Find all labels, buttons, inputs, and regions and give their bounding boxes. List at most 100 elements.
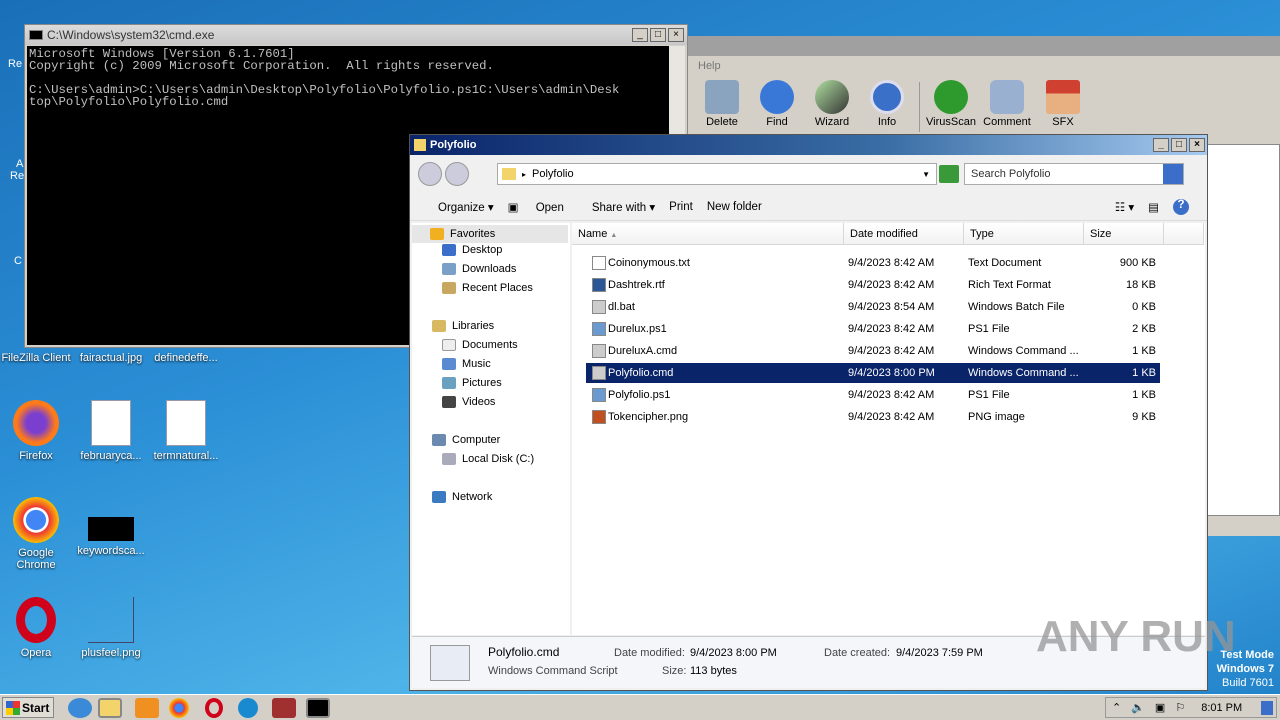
close-button[interactable]: × — [668, 28, 684, 42]
preview-pane-icon[interactable]: ▤ — [1148, 200, 1159, 214]
address-bar[interactable]: ▸ Polyfolio ▼ — [497, 163, 937, 185]
nav-libraries[interactable]: Libraries — [432, 320, 494, 332]
details-modified: 9/4/2023 8:00 PM — [690, 647, 777, 659]
file-row[interactable]: dl.bat 9/4/2023 8:54 AM Windows Batch Fi… — [586, 297, 1160, 317]
desktop-icon-firefox[interactable]: Firefox — [0, 400, 74, 462]
desktop-icon-keywordsca[interactable]: keywordsca... — [73, 497, 149, 557]
opera-taskbar-icon[interactable] — [205, 698, 223, 718]
watermark-line: Build 7601 — [1222, 677, 1274, 689]
folder-icon — [414, 139, 426, 151]
network-icon — [432, 491, 446, 503]
chrome-taskbar-icon[interactable] — [169, 698, 189, 718]
file-size: 900 KB — [1119, 257, 1156, 269]
toolbar-wizard[interactable]: Wizard — [804, 80, 860, 128]
refresh-icon[interactable] — [939, 165, 959, 183]
show-desktop-button[interactable] — [1261, 700, 1273, 715]
minimize-button[interactable]: _ — [632, 28, 648, 42]
system-tray: ⌃ 🔈 ▣ ⚐ 8:01 PM — [1105, 697, 1277, 718]
view-options-icon[interactable]: ☷ ▾ — [1115, 200, 1134, 214]
winrar-taskbar-icon[interactable] — [272, 698, 296, 718]
new-folder-button[interactable]: New folder — [707, 201, 762, 213]
search-icon[interactable] — [1163, 164, 1183, 184]
desktop-icon-definedeffe[interactable]: definedeffe... — [148, 352, 224, 364]
file-name: Dashtrek.rtf — [608, 279, 665, 291]
media-player-icon[interactable] — [135, 698, 159, 718]
file-row[interactable]: Polyfolio.cmd 9/4/2023 8:00 PM Windows C… — [586, 363, 1160, 383]
organize-button[interactable]: Organize ▾ — [424, 200, 494, 214]
nav-recent-places[interactable]: Recent Places — [442, 282, 533, 294]
show-hidden-icons[interactable]: ⌃ — [1112, 701, 1121, 714]
file-row[interactable]: DureluxA.cmd 9/4/2023 8:42 AM Windows Co… — [586, 341, 1160, 361]
file-date: 9/4/2023 8:54 AM — [848, 301, 935, 313]
toolbar-virusscan[interactable]: VirusScan — [923, 80, 979, 128]
nav-music[interactable]: Music — [442, 358, 491, 370]
cmd-titlebar[interactable]: C:\Windows\system32\cmd.exe _ □ × — [25, 25, 687, 45]
desktop-icon-plusfeel[interactable]: plusfeel.png — [73, 597, 149, 659]
desktop-icon-chrome[interactable]: Google Chrome — [0, 497, 74, 571]
file-date: 9/4/2023 8:42 AM — [848, 389, 935, 401]
breadcrumb[interactable]: Polyfolio — [532, 168, 574, 180]
edge-icon[interactable] — [238, 698, 258, 718]
cmd-taskbar-icon[interactable] — [306, 698, 330, 718]
desktop-icon-filezilla[interactable]: FileZilla Client — [0, 352, 74, 364]
comment-icon — [990, 80, 1024, 114]
address-row: ▸ Polyfolio ▼ Search Polyfolio — [410, 159, 1207, 189]
nav-favorites[interactable]: Favorites — [412, 225, 568, 243]
maximize-button[interactable]: □ — [650, 28, 666, 42]
minimize-button[interactable]: _ — [1153, 138, 1169, 152]
nav-computer[interactable]: Computer — [432, 434, 500, 446]
column-date-modified[interactable]: Date modified — [844, 223, 964, 245]
open-button[interactable]: ▣ Open — [508, 200, 564, 214]
volume-icon[interactable]: 🔈 — [1131, 701, 1145, 714]
file-date: 9/4/2023 8:42 AM — [848, 257, 935, 269]
toolbar-find[interactable]: Find — [749, 80, 805, 128]
start-button[interactable]: Start — [2, 697, 54, 718]
desktop-icon-fairactual[interactable]: fairactual.jpg — [73, 352, 149, 364]
window-title: Polyfolio — [430, 139, 477, 151]
clock[interactable]: 8:01 PM — [1201, 702, 1242, 714]
file-row[interactable]: Polyfolio.ps1 9/4/2023 8:42 AM PS1 File … — [586, 385, 1160, 405]
desktop-icon-februaryca[interactable]: februaryca... — [73, 400, 149, 462]
file-row[interactable]: Tokencipher.png 9/4/2023 8:42 AM PNG ima… — [586, 407, 1160, 427]
desktop-icon-opera[interactable]: Opera — [0, 597, 74, 659]
help-icon[interactable]: ? — [1173, 198, 1189, 215]
explorer-taskbar-icon[interactable] — [98, 698, 122, 718]
menu-help[interactable]: Help — [698, 60, 721, 72]
nav-network[interactable]: Network — [432, 491, 492, 503]
back-button[interactable] — [418, 162, 442, 186]
close-button[interactable]: × — [1189, 138, 1205, 152]
column-name[interactable]: Name ▲ — [572, 223, 844, 245]
toolbar-delete[interactable]: Delete — [694, 80, 750, 128]
tool-label: SFX — [1052, 116, 1074, 128]
column-type[interactable]: Type — [964, 223, 1084, 245]
column-size[interactable]: Size — [1084, 223, 1164, 245]
desktop-icon-termnatural[interactable]: termnatural... — [148, 400, 224, 462]
nav-desktop[interactable]: Desktop — [442, 244, 502, 256]
file-icon — [592, 410, 606, 424]
ie-icon[interactable] — [68, 698, 92, 718]
explorer-window[interactable]: Polyfolio _ □ × ▸ Polyfolio ▼ Search Polyf… — [409, 134, 1208, 691]
toolbar-info[interactable]: Info — [859, 80, 915, 128]
tool-label: Wizard — [814, 116, 850, 128]
toolbar-comment[interactable]: Comment — [979, 80, 1035, 128]
file-row[interactable]: Dashtrek.rtf 9/4/2023 8:42 AM Rich Text … — [586, 275, 1160, 295]
nav-downloads[interactable]: Downloads — [442, 263, 516, 275]
nav-documents[interactable]: Documents — [442, 339, 518, 351]
nav-videos[interactable]: Videos — [442, 396, 495, 408]
share-with-button[interactable]: Share with ▾ — [578, 200, 655, 214]
flag-icon[interactable]: ⚐ — [1175, 701, 1185, 714]
toolbar-sfx[interactable]: SFX — [1035, 80, 1091, 128]
search-input[interactable]: Search Polyfolio — [964, 163, 1184, 185]
maximize-button[interactable]: □ — [1171, 138, 1187, 152]
explorer-titlebar[interactable]: Polyfolio _ □ × — [410, 135, 1207, 155]
desktop-partial-label: Re — [10, 170, 25, 182]
file-row[interactable]: Coinonymous.txt 9/4/2023 8:42 AM Text Do… — [586, 253, 1160, 273]
print-button[interactable]: Print — [669, 201, 693, 213]
network-tray-icon[interactable]: ▣ — [1155, 701, 1165, 714]
file-icon — [592, 366, 606, 380]
nav-local-disk[interactable]: Local Disk (C:) — [442, 453, 534, 465]
nav-pictures[interactable]: Pictures — [442, 377, 502, 389]
chevron-down-icon[interactable]: ▼ — [922, 170, 930, 179]
file-row[interactable]: Durelux.ps1 9/4/2023 8:42 AM PS1 File 2 … — [586, 319, 1160, 339]
forward-button[interactable] — [445, 162, 469, 186]
